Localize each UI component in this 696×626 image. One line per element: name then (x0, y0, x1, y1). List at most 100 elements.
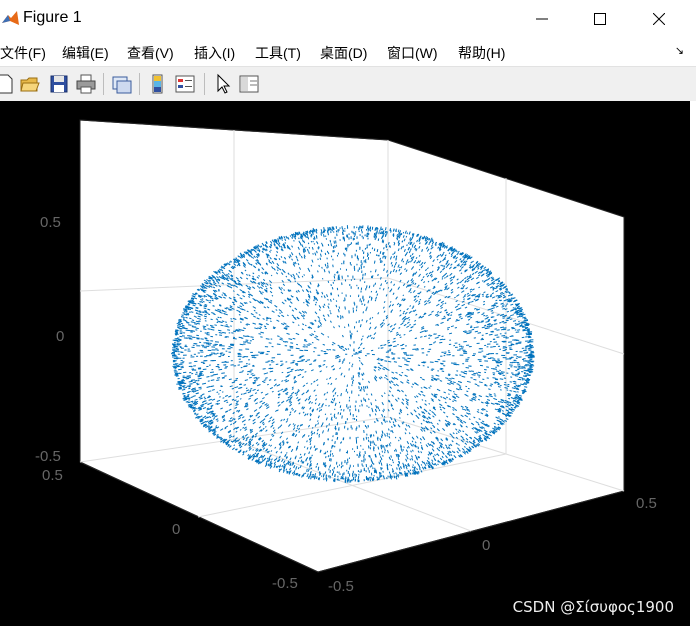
save-icon[interactable] (48, 73, 70, 95)
menu-desktop[interactable]: 桌面(D) (320, 43, 367, 63)
scatter-point (199, 388, 202, 390)
scatter-point (248, 376, 252, 379)
scatter-point (400, 272, 403, 275)
scatter-point (319, 472, 322, 476)
scatter-point (331, 343, 334, 346)
scatter-point (321, 266, 323, 269)
scatter-point (473, 378, 477, 381)
scatter-point (368, 398, 370, 401)
scatter-point (391, 468, 394, 471)
close-button[interactable] (636, 0, 682, 38)
scatter-point (363, 397, 365, 401)
scatter-point (317, 466, 320, 469)
print-icon[interactable] (75, 73, 97, 95)
open-folder-icon[interactable] (19, 73, 41, 95)
scatter-point (329, 457, 331, 462)
scatter-point (181, 314, 184, 316)
property-editor-icon[interactable] (238, 73, 260, 95)
dock-arrow-icon[interactable]: ↘ (675, 44, 684, 57)
scatter-point (375, 232, 377, 235)
scatter-point (423, 312, 426, 315)
scatter-point (243, 327, 246, 330)
scatter-point (459, 386, 462, 389)
scatter-point (521, 378, 526, 380)
scatter-point (445, 311, 448, 314)
scatter-point (309, 413, 312, 415)
scatter-point (289, 461, 291, 464)
scatter-point (277, 335, 280, 337)
scatter-point (219, 396, 221, 398)
scatter-point (508, 292, 511, 295)
pointer-icon[interactable] (212, 73, 234, 95)
scatter-point (188, 399, 191, 401)
scatter-point (190, 403, 192, 406)
scatter-point (429, 385, 432, 387)
scatter-point (202, 311, 205, 313)
scatter-point (513, 402, 516, 405)
scatter-point (420, 464, 423, 466)
scatter-point (329, 310, 331, 312)
scatter-point (332, 264, 334, 268)
scatter-point (489, 385, 493, 387)
new-figure-icon[interactable] (0, 73, 16, 95)
scatter-point (374, 420, 376, 424)
scatter-point (414, 382, 417, 385)
scatter-point (236, 264, 239, 267)
axes-3d[interactable]: 0.5 0 -0.5 0.5 0 -0.5 -0.5 0 0.5 (0, 101, 690, 626)
scatter-point (523, 320, 526, 322)
scatter-point (388, 244, 391, 248)
scatter-point (239, 321, 242, 323)
scatter-point (390, 476, 392, 480)
scatter-point (483, 314, 486, 317)
menu-tools[interactable]: 工具(T) (255, 43, 301, 63)
scatter-point (249, 389, 252, 392)
scatter-point (464, 370, 468, 373)
menu-help[interactable]: 帮助(H) (458, 43, 505, 63)
scatter-point (319, 407, 321, 409)
scatter-point (363, 298, 365, 302)
scatter-point (383, 255, 386, 258)
scatter-point (306, 468, 308, 472)
scatter-point (428, 243, 430, 246)
scatter-point (190, 321, 194, 323)
link-plot-icon[interactable] (111, 73, 133, 95)
scatter-point (402, 260, 405, 263)
scatter-point (474, 383, 478, 386)
legend-icon[interactable] (174, 73, 196, 95)
figure-canvas[interactable]: 0.5 0 -0.5 0.5 0 -0.5 -0.5 0 0.5 CSDN @Σ… (0, 101, 690, 626)
scatter-point (381, 239, 384, 243)
scatter-point (377, 446, 380, 450)
scatter-point (197, 383, 200, 385)
scatter-point (435, 241, 437, 244)
menu-insert[interactable]: 插入(I) (194, 43, 235, 63)
scatter-point (500, 371, 505, 373)
colorbar-icon[interactable] (147, 73, 169, 95)
menu-window[interactable]: 窗口(W) (387, 43, 438, 63)
scatter-point (417, 364, 421, 366)
scatter-point (386, 434, 388, 437)
scatter-point (216, 420, 219, 422)
scatter-point (481, 313, 484, 316)
menu-file[interactable]: 文件(F) (0, 43, 46, 63)
scatter-point (401, 371, 404, 374)
scatter-point (481, 280, 484, 282)
minimize-button[interactable] (519, 0, 565, 38)
scatter-point (216, 377, 221, 379)
scatter-point (483, 300, 486, 303)
scatter-point (191, 330, 195, 332)
scatter-point (219, 316, 222, 319)
menu-view[interactable]: 查看(V) (127, 43, 174, 63)
scatter-point (242, 335, 247, 337)
scatter-point (286, 470, 288, 473)
scatter-point (290, 342, 294, 344)
menu-edit[interactable]: 编辑(E) (62, 43, 109, 63)
scatter-point (391, 475, 393, 478)
scatter-point (439, 341, 443, 344)
scatter-point (393, 361, 397, 363)
scatter-point (311, 427, 314, 429)
scatter-point (376, 248, 379, 253)
scatter-point (225, 324, 229, 326)
scatter-point (503, 384, 507, 386)
scatter-point (278, 468, 281, 471)
maximize-button[interactable] (577, 0, 623, 38)
